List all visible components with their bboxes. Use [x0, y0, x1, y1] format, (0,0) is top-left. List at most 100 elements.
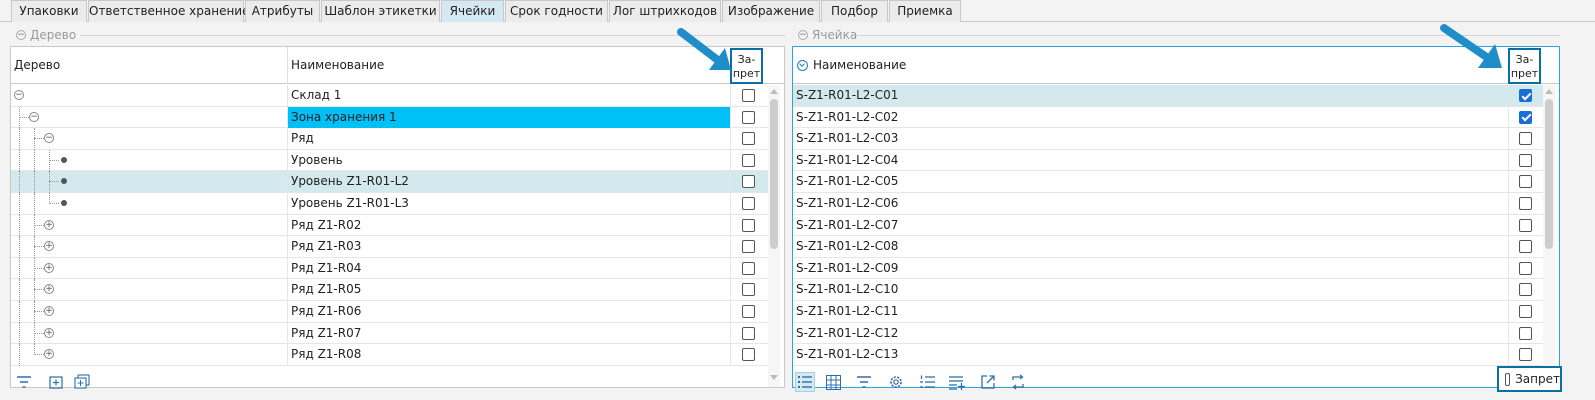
column-header-tree[interactable]: Дерево [11, 47, 287, 84]
ban-checkbox[interactable] [742, 89, 755, 102]
ban-checkbox[interactable] [742, 326, 755, 340]
cell-row[interactable]: S-Z1-R01-L2-C03 [793, 128, 1543, 150]
scroll-up-icon[interactable] [770, 89, 778, 94]
tree-row[interactable]: − Зона хранения 1 [11, 106, 768, 129]
collapse-node-icon[interactable]: − [44, 133, 54, 144]
scroll-thumb[interactable] [770, 99, 778, 249]
sort-chevron-icon[interactable] [797, 60, 808, 71]
add-node-icon[interactable] [46, 372, 66, 392]
filter-icon[interactable] [854, 372, 874, 392]
cell-row[interactable]: S-Z1-R01-L2-C04 [793, 149, 1543, 172]
ban-checkbox[interactable] [742, 197, 755, 210]
tab-custody-storage[interactable]: Ответственное хранение [88, 0, 249, 22]
ban-checkbox[interactable] [1519, 110, 1532, 124]
tree-row[interactable]: Уровень Z1-R01-L3 [11, 193, 768, 215]
ban-checkbox[interactable] [1519, 240, 1532, 254]
cell-row[interactable]: S-Z1-R01-L2-C10 [793, 279, 1543, 301]
scroll-down-icon[interactable] [770, 375, 778, 380]
tab-image[interactable]: Изображение [722, 0, 820, 22]
cell-row[interactable]: S-Z1-R01-L2-C08 [793, 236, 1543, 258]
ban-checkbox[interactable] [1519, 153, 1532, 167]
ban-checkbox[interactable] [1519, 348, 1532, 362]
filter-icon[interactable] [14, 372, 34, 392]
tree-row[interactable]: + Ряд Z1-R04 [11, 257, 768, 280]
add-rows-icon[interactable] [947, 372, 967, 392]
cell-row[interactable]: S-Z1-R01-L2-C12 [793, 322, 1543, 345]
column-header-name[interactable]: Наименование [288, 47, 728, 84]
tree-panel-title[interactable]: − Дерево [16, 28, 76, 42]
collapse-section-icon[interactable]: − [798, 30, 808, 40]
refresh-icon[interactable] [1008, 372, 1028, 392]
cell-row[interactable]: S-Z1-R01-L2-C11 [793, 301, 1543, 323]
settings-icon[interactable] [886, 372, 906, 392]
ban-checkbox[interactable] [1519, 283, 1532, 297]
ban-checkbox[interactable] [742, 153, 755, 167]
numbered-list-icon[interactable] [917, 372, 937, 392]
ban-checkbox[interactable] [742, 175, 755, 189]
add-multiple-nodes-icon[interactable] [72, 372, 92, 392]
ban-checkbox[interactable] [742, 132, 755, 146]
ban-checkbox[interactable] [742, 240, 755, 254]
expand-node-icon[interactable]: + [44, 284, 54, 295]
tree-row[interactable]: Уровень Z1-R01-L2 [11, 171, 768, 193]
ban-checkbox[interactable] [1519, 326, 1532, 340]
tree-row[interactable]: + Ряд Z1-R02 [11, 214, 768, 237]
cell-row[interactable]: S-Z1-R01-L2-C02 [793, 106, 1543, 129]
ban-checkbox[interactable] [1519, 175, 1532, 189]
tree-row[interactable]: − Склад 1 [11, 85, 768, 107]
cell-row[interactable]: S-Z1-R01-L2-C07 [793, 214, 1543, 237]
tab-picking[interactable]: Подбор [821, 0, 888, 22]
tab-packaging[interactable]: Упаковки [11, 0, 87, 22]
tree-row[interactable]: Уровень [11, 149, 768, 172]
grid-view-icon[interactable] [823, 372, 843, 392]
ban-checkbox[interactable] [1519, 89, 1532, 102]
ban-checkbox[interactable] [742, 261, 755, 275]
expand-node-icon[interactable]: + [44, 241, 54, 252]
cell-scrollbar[interactable] [1543, 85, 1555, 387]
tree-row[interactable]: + Ряд Z1-R05 [11, 279, 768, 301]
tab-receiving[interactable]: Приемка [889, 0, 961, 22]
tree-row[interactable]: + Ряд Z1-R08 [11, 344, 768, 366]
column-header-name[interactable]: Наименование [793, 47, 1493, 84]
column-header-ban[interactable]: За- прет [1508, 48, 1541, 84]
expand-node-icon[interactable]: + [44, 219, 54, 230]
cell-row[interactable]: S-Z1-R01-L2-C13 [793, 344, 1543, 366]
ban-checkbox[interactable] [742, 110, 755, 124]
expand-node-icon[interactable]: + [44, 327, 54, 338]
ban-checkbox[interactable] [1519, 261, 1532, 275]
expand-node-icon[interactable]: + [44, 349, 54, 360]
ban-checkbox[interactable] [1519, 132, 1532, 146]
ban-checkbox[interactable] [1505, 372, 1511, 386]
cell-row[interactable]: S-Z1-R01-L2-C01 [793, 85, 1543, 107]
ban-checkbox[interactable] [742, 283, 755, 297]
list-view-icon[interactable] [795, 372, 815, 392]
ban-checkbox[interactable] [1519, 197, 1532, 210]
tree-row[interactable]: − Ряд [11, 128, 768, 150]
tree-row[interactable]: + Ряд Z1-R07 [11, 322, 768, 345]
cell-panel-title[interactable]: − Ячейка [798, 28, 857, 42]
tree-scrollbar[interactable] [768, 85, 780, 387]
collapse-node-icon[interactable]: − [14, 90, 24, 100]
tab-attributes[interactable]: Атрибуты [245, 0, 320, 22]
ban-checkbox[interactable] [742, 348, 755, 362]
ban-checkbox[interactable] [1519, 305, 1532, 318]
export-icon[interactable] [978, 372, 998, 392]
tree-row[interactable]: + Ряд Z1-R03 [11, 236, 768, 258]
ban-checkbox[interactable] [742, 305, 755, 318]
tab-shelf-life[interactable]: Срок годности [505, 0, 608, 22]
ban-toggle[interactable]: Запрет [1497, 366, 1562, 392]
tab-barcode-log[interactable]: Лог штрихкодов [609, 0, 721, 22]
collapse-section-icon[interactable]: − [16, 30, 26, 40]
cell-row[interactable]: S-Z1-R01-L2-C06 [793, 193, 1543, 215]
collapse-node-icon[interactable]: − [29, 111, 39, 122]
tab-label-template[interactable]: Шаблон этикетки [321, 0, 440, 22]
ban-checkbox[interactable] [742, 218, 755, 232]
ban-checkbox[interactable] [1519, 218, 1532, 232]
cell-row[interactable]: S-Z1-R01-L2-C09 [793, 257, 1543, 280]
cell-row[interactable]: S-Z1-R01-L2-C05 [793, 171, 1543, 193]
expand-node-icon[interactable]: + [44, 262, 54, 273]
tree-row[interactable]: + Ряд Z1-R06 [11, 301, 768, 323]
scroll-thumb[interactable] [1545, 99, 1553, 249]
scroll-up-icon[interactable] [1545, 89, 1553, 94]
tab-cells[interactable]: Ячейки [441, 0, 504, 22]
